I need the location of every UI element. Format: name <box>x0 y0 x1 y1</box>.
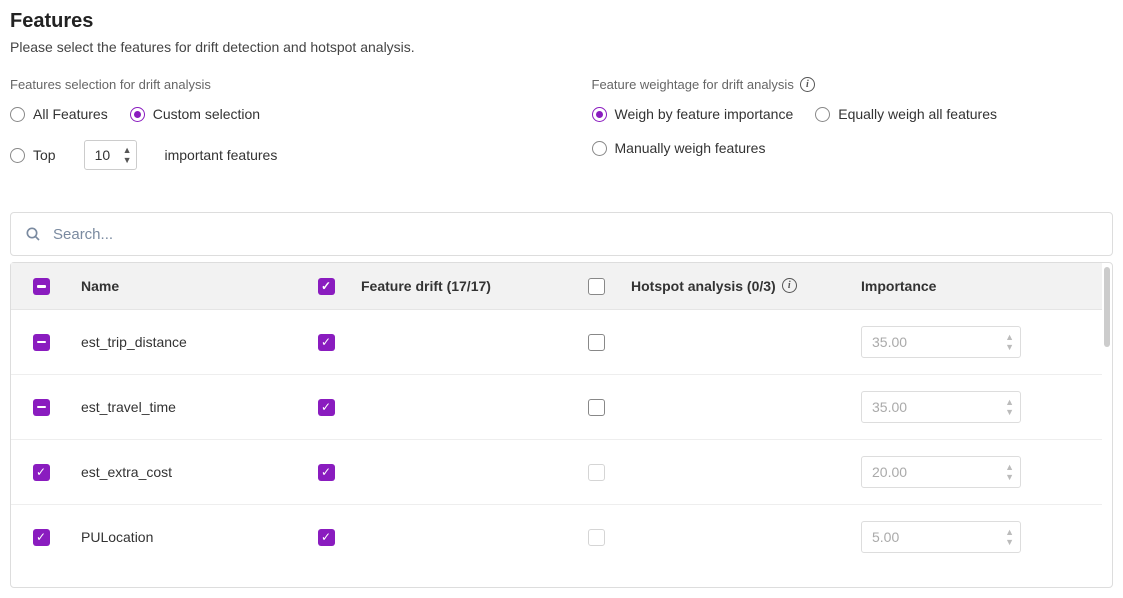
drift-all-checkbox[interactable]: ✓ <box>318 278 335 295</box>
check-icon: ✓ <box>321 280 331 292</box>
page-subtitle: Please select the features for drift det… <box>10 39 1113 55</box>
stepper-up-icon[interactable]: ▲ <box>1005 397 1014 407</box>
minus-icon <box>37 406 46 409</box>
radio-label: Weigh by feature importance <box>615 106 794 122</box>
hotspot-all-checkbox[interactable] <box>588 278 605 295</box>
check-icon: ✓ <box>321 466 331 478</box>
header-name: Name <box>71 263 301 309</box>
top-n-input[interactable]: 10 ▲ ▼ <box>84 140 137 170</box>
radio-icon <box>815 107 830 122</box>
importance-input[interactable]: 35.00 ▲▼ <box>861 326 1021 358</box>
hotspot-checkbox[interactable] <box>588 334 605 351</box>
radio-label-top: Top <box>33 147 56 163</box>
important-features-label: important features <box>165 147 278 163</box>
radio-label: Custom selection <box>153 106 260 122</box>
row-select-checkbox[interactable]: ✓ <box>33 529 50 546</box>
importance-input[interactable]: 5.00 ▲▼ <box>861 521 1021 553</box>
hotspot-checkbox <box>588 529 605 546</box>
table-row: ✓ est_extra_cost ✓ 20.00 ▲▼ <box>11 439 1102 504</box>
minus-icon <box>37 285 46 288</box>
section-label-selection: Features selection for drift analysis <box>10 77 532 92</box>
header-hotspot: Hotspot analysis (0/3) <box>631 278 776 294</box>
importance-value: 5.00 <box>872 529 899 545</box>
check-icon: ✓ <box>321 336 331 348</box>
radio-label: All Features <box>33 106 108 122</box>
importance-value: 35.00 <box>872 334 907 350</box>
stepper-down-icon[interactable]: ▼ <box>1005 472 1014 482</box>
feature-name: est_extra_cost <box>71 439 301 504</box>
stepper-up-icon[interactable]: ▲ <box>1005 462 1014 472</box>
header-importance: Importance <box>851 263 1102 309</box>
stepper-down-icon[interactable]: ▼ <box>1005 342 1014 352</box>
info-icon[interactable]: i <box>800 77 815 92</box>
stepper-down-icon[interactable]: ▼ <box>123 155 132 165</box>
hotspot-checkbox[interactable] <box>588 399 605 416</box>
feature-name: est_trip_distance <box>71 309 301 374</box>
check-icon: ✓ <box>36 466 46 478</box>
drift-checkbox[interactable]: ✓ <box>318 334 335 351</box>
radio-manually-weigh[interactable]: Manually weigh features <box>592 140 766 156</box>
info-icon[interactable]: i <box>782 278 797 293</box>
radio-icon <box>130 107 145 122</box>
check-icon: ✓ <box>321 401 331 413</box>
table-row: est_trip_distance ✓ 35.00 ▲▼ <box>11 309 1102 374</box>
minus-icon <box>37 341 46 344</box>
row-select-checkbox[interactable]: ✓ <box>33 464 50 481</box>
stepper-up-icon[interactable]: ▲ <box>1005 332 1014 342</box>
feature-weightage-section: Feature weightage for drift analysis i W… <box>592 77 1114 188</box>
radio-icon <box>10 107 25 122</box>
stepper-down-icon[interactable]: ▼ <box>1005 407 1014 417</box>
search-icon <box>25 226 41 242</box>
feature-name: est_travel_time <box>71 374 301 439</box>
drift-checkbox[interactable]: ✓ <box>318 529 335 546</box>
stepper-up-icon[interactable]: ▲ <box>123 145 132 155</box>
radio-icon <box>10 148 25 163</box>
importance-value: 35.00 <box>872 399 907 415</box>
feature-name: PULocation <box>71 504 301 569</box>
feature-selection-section: Features selection for drift analysis Al… <box>10 77 532 188</box>
radio-label: Manually weigh features <box>615 140 766 156</box>
radio-top-n[interactable]: Top <box>10 147 56 163</box>
importance-value: 20.00 <box>872 464 907 480</box>
radio-equally-weigh[interactable]: Equally weigh all features <box>815 106 997 122</box>
stepper-down-icon[interactable]: ▼ <box>1005 537 1014 547</box>
radio-weigh-by-importance[interactable]: Weigh by feature importance <box>592 106 794 122</box>
scrollbar-thumb[interactable] <box>1104 267 1110 347</box>
page-title: Features <box>10 10 1113 33</box>
search-input[interactable] <box>51 225 1098 244</box>
features-table-container: Name ✓ Feature drift (17/17) Hotspot ana… <box>10 262 1113 588</box>
radio-label: Equally weigh all features <box>838 106 997 122</box>
check-icon: ✓ <box>321 531 331 543</box>
importance-input[interactable]: 35.00 ▲▼ <box>861 391 1021 423</box>
table-row: est_travel_time ✓ 35.00 ▲▼ <box>11 374 1102 439</box>
drift-checkbox[interactable]: ✓ <box>318 464 335 481</box>
section-label-weightage: Feature weightage for drift analysis <box>592 77 794 92</box>
radio-icon <box>592 141 607 156</box>
top-n-value: 10 <box>95 147 117 163</box>
features-table: Name ✓ Feature drift (17/17) Hotspot ana… <box>11 263 1102 569</box>
importance-input[interactable]: 20.00 ▲▼ <box>861 456 1021 488</box>
header-feature-drift: Feature drift (17/17) <box>351 263 571 309</box>
select-all-checkbox[interactable] <box>33 278 50 295</box>
radio-custom-selection[interactable]: Custom selection <box>130 106 260 122</box>
radio-all-features[interactable]: All Features <box>10 106 108 122</box>
row-select-checkbox[interactable] <box>33 399 50 416</box>
hotspot-checkbox <box>588 464 605 481</box>
table-row: ✓ PULocation ✓ 5.00 ▲▼ <box>11 504 1102 569</box>
search-box[interactable] <box>10 212 1113 256</box>
radio-icon <box>592 107 607 122</box>
row-select-checkbox[interactable] <box>33 334 50 351</box>
drift-checkbox[interactable]: ✓ <box>318 399 335 416</box>
stepper-up-icon[interactable]: ▲ <box>1005 527 1014 537</box>
check-icon: ✓ <box>36 531 46 543</box>
